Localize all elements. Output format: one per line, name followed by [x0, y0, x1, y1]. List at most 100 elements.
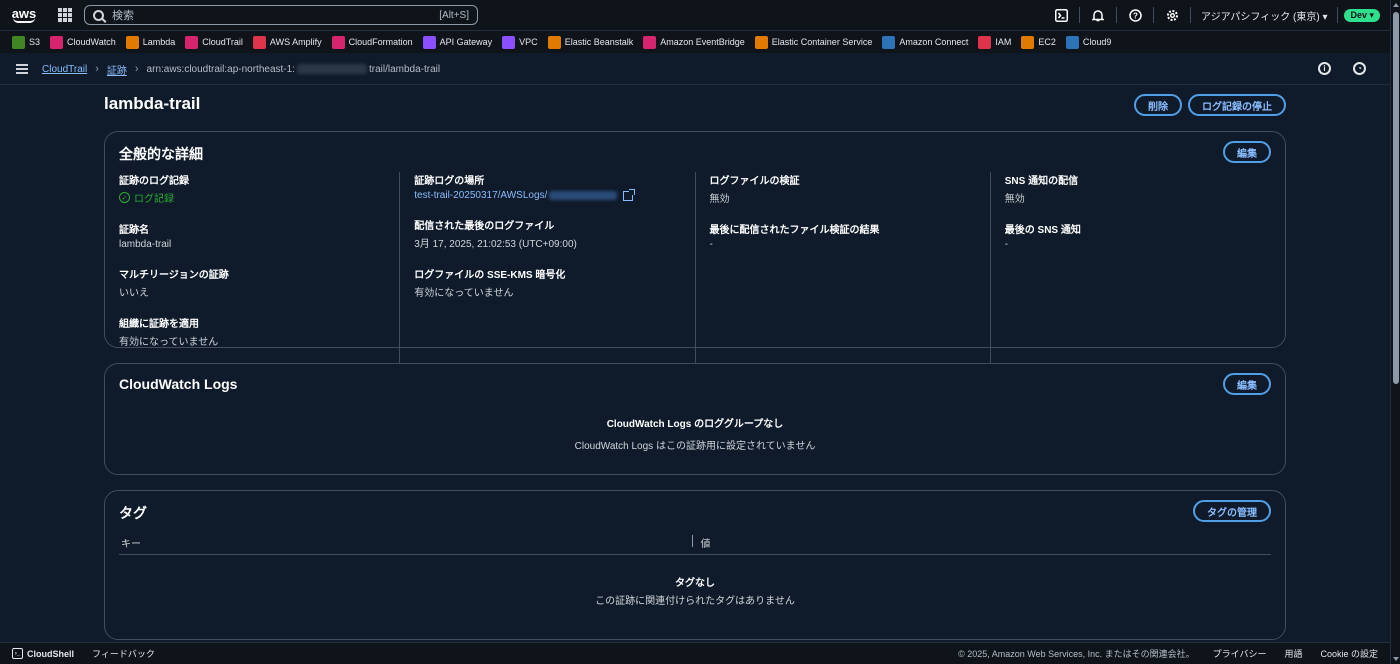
chevron-right-icon: ›: [95, 63, 99, 75]
search-icon: [93, 9, 104, 21]
last-log-file-value: 3月 17, 2025, 21:02:53 (UTC+09:00): [414, 239, 577, 250]
menu-hamburger-icon[interactable]: [16, 64, 28, 74]
last-sns-label: 最後の SNS 通知: [1004, 225, 1081, 236]
details-column-1: 証跡のログ記録 ✓ ログ記録 証跡名 lambda-trail マルチリージョンの…: [105, 172, 399, 364]
details-column-2: 証跡ログの場所 test-trail-20250317/AWSLogs/ 配信さ…: [399, 172, 694, 364]
top-navigation: aws 検索 [Alt+S] ? アジアパシフィック (東京) ▾ Dev ▾: [0, 0, 1390, 30]
favorite-label: EC2: [1038, 37, 1056, 47]
cookie-settings-link[interactable]: Cookie の設定: [1320, 647, 1378, 660]
favorite-cloudwatch[interactable]: CloudWatch: [50, 35, 116, 49]
settings-gear-icon[interactable]: [1154, 0, 1190, 30]
svg-text:?: ?: [1133, 11, 1138, 20]
ec2-icon: [1021, 35, 1035, 49]
tags-col-key[interactable]: キー: [119, 535, 692, 554]
sse-kms-label: ログファイルの SSE-KMS 暗号化: [414, 270, 566, 281]
breadcrumb-arn-prefix: arn:aws:cloudtrail:ap-northeast-1:: [146, 63, 295, 75]
favorite-s3[interactable]: S3: [12, 35, 40, 49]
account-badge[interactable]: Dev ▾: [1344, 8, 1380, 22]
amplify-icon: [252, 35, 266, 49]
redacted-account-id: [296, 63, 367, 74]
favorite-connect[interactable]: Amazon Connect: [882, 35, 968, 49]
favorite-iam[interactable]: IAM: [978, 35, 1012, 49]
tags-empty-desc: この証跡に関連付けられたタグはありません: [595, 596, 795, 607]
search-shortcut: [Alt+S]: [439, 9, 469, 21]
search-input[interactable]: 検索 [Alt+S]: [84, 5, 478, 25]
connect-icon: [882, 35, 896, 49]
info-icon[interactable]: i: [1318, 62, 1331, 75]
stop-logging-button[interactable]: ログ記録の停止: [1188, 94, 1286, 116]
favorite-cloud9[interactable]: Cloud9: [1065, 35, 1111, 49]
favorite-vpc[interactable]: VPC: [502, 35, 538, 49]
check-circle-icon: ✓: [119, 192, 130, 203]
multi-region-value: いいえ: [119, 288, 149, 299]
last-log-file-label: 配信された最後のログファイル: [414, 221, 555, 232]
terms-link[interactable]: 用語: [1284, 647, 1302, 660]
favorite-label: CloudTrail: [202, 37, 243, 47]
lambda-icon: [125, 35, 139, 49]
cloudshell-icon[interactable]: [1043, 0, 1079, 30]
scrollbar-thumb[interactable]: [1393, 12, 1399, 384]
edit-cloudwatch-button[interactable]: 編集: [1223, 373, 1271, 395]
favorite-ecs[interactable]: Elastic Container Service: [754, 35, 873, 49]
redacted-account-id: [549, 191, 618, 200]
ecs-icon: [754, 35, 768, 49]
manage-tags-button[interactable]: タグの管理: [1193, 500, 1271, 522]
region-selector[interactable]: アジアパシフィック (東京) ▾: [1191, 8, 1337, 23]
iam-icon: [978, 35, 992, 49]
breadcrumb-trails[interactable]: 証跡: [107, 62, 127, 77]
scroll-up-icon[interactable]: [1393, 3, 1399, 7]
breadcrumb-cloudtrail[interactable]: CloudTrail: [42, 64, 87, 75]
page-title: lambda-trail: [104, 94, 201, 113]
favorite-ec2[interactable]: EC2: [1021, 35, 1056, 49]
log-location-link[interactable]: test-trail-20250317/AWSLogs/: [414, 188, 680, 201]
favorite-label: Elastic Container Service: [771, 37, 873, 47]
favorite-elastic-beanstalk[interactable]: Elastic Beanstalk: [547, 35, 633, 49]
org-trail-label: 組織に証跡を適用: [119, 319, 199, 330]
history-icon[interactable]: ◔: [1353, 62, 1366, 75]
scroll-down-icon[interactable]: [1393, 657, 1399, 661]
cloudwatch-logs-panel: CloudWatch Logs 編集 CloudWatch Logs のロググル…: [104, 363, 1286, 475]
bell-icon[interactable]: [1080, 0, 1116, 30]
privacy-link[interactable]: プライバシー: [1213, 647, 1267, 660]
copyright-text: © 2025, Amazon Web Services, Inc. またはその関…: [958, 649, 1195, 659]
tags-col-value[interactable]: 値: [691, 535, 1272, 550]
cloudwatch-empty-desc: CloudWatch Logs はこの証跡用に設定されていません: [574, 441, 816, 452]
favorite-cloudformation[interactable]: CloudFormation: [331, 35, 413, 49]
favorite-cloudtrail[interactable]: CloudTrail: [185, 35, 243, 49]
services-menu-icon[interactable]: [58, 8, 72, 22]
favorite-api-gateway[interactable]: API Gateway: [422, 35, 492, 49]
aws-logo[interactable]: aws: [0, 7, 48, 23]
general-details-panel: 全般的な詳細 編集 証跡のログ記録 ✓ ログ記録 証跡名 lambda-trail…: [104, 131, 1286, 364]
favorite-label: Amazon EventBridge: [660, 37, 745, 47]
edit-general-button[interactable]: 編集: [1223, 141, 1271, 163]
logging-status-value: ✓ ログ記録: [119, 190, 385, 205]
favorite-amplify[interactable]: AWS Amplify: [252, 35, 322, 49]
page-scrollbar[interactable]: [1390, 0, 1400, 664]
favorite-eventbridge[interactable]: Amazon EventBridge: [643, 35, 745, 49]
eventbridge-icon: [643, 35, 657, 49]
feedback-link[interactable]: フィードバック: [92, 647, 155, 660]
trail-name-value: lambda-trail: [119, 239, 172, 250]
sns-delivery-value: 無効: [1004, 194, 1025, 205]
tags-table-header: キー 値: [119, 535, 1271, 555]
favorite-lambda[interactable]: Lambda: [125, 35, 175, 49]
help-icon[interactable]: ?: [1117, 0, 1153, 30]
sns-delivery-label: SNS 通知の配信: [1004, 176, 1079, 187]
cloudshell-button[interactable]: ›_ CloudShell: [12, 648, 74, 659]
breadcrumb-current: arn:aws:cloudtrail:ap-northeast-1: trail/…: [147, 64, 441, 75]
delete-button[interactable]: 削除: [1134, 94, 1182, 116]
multi-region-label: マルチリージョンの証跡: [119, 270, 229, 281]
details-column-3: ログファイルの検証 無効 最後に配信されたファイル検証の結果 -: [694, 172, 990, 364]
favorite-label: IAM: [995, 37, 1012, 47]
log-validation-label: ログファイルの検証: [709, 176, 800, 187]
log-location-label: 証跡ログの場所: [414, 176, 485, 187]
cloudwatch-empty-title: CloudWatch Logs のロググループなし: [606, 419, 784, 430]
breadcrumb-arn-suffix: trail/lambda-trail: [368, 63, 441, 75]
elastic-beanstalk-icon: [547, 35, 561, 49]
cloudtrail-icon: [185, 35, 199, 49]
favorite-label: CloudFormation: [348, 37, 413, 47]
tags-title: タグ: [119, 505, 147, 521]
external-link-icon: [623, 188, 636, 201]
last-sns-value: -: [1004, 239, 1009, 250]
favorites-bar: S3 CloudWatch Lambda CloudTrail AWS Amplify C…: [0, 30, 1390, 53]
